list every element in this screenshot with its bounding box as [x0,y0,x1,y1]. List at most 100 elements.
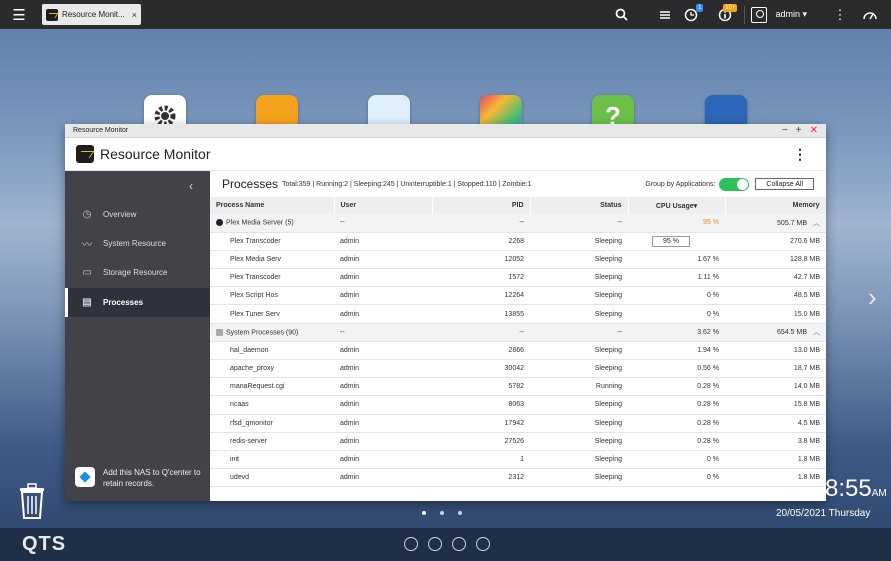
group-status: -- [530,214,628,233]
column-pid[interactable]: PID [432,197,531,214]
info-icon[interactable]: 10+ [712,0,738,29]
process-cpu: 0.56 % [628,359,725,379]
chart-icon: 〰 [82,240,92,251]
system-processes-icon [216,328,223,336]
table-row[interactable]: init admin 1 Sleeping 0 % 1.8 MB [210,450,826,470]
table-row[interactable]: hal_daemon admin 2866 Sleeping 1.94 % 13… [210,341,826,361]
process-table: Process Name User PID Status CPU Usage▾ … [210,197,826,488]
table-row[interactable]: Plex Media Serv admin 12052 Sleeping 1.6… [210,250,826,270]
next-page-icon[interactable]: › [868,282,877,313]
tab-close-icon[interactable]: × [132,10,137,20]
table-row[interactable]: Plex Script Hos admin 12264 Sleeping 0 %… [210,286,826,306]
maximize-icon[interactable]: + [796,125,802,136]
search-tools-icon[interactable] [428,537,442,551]
column-process-name[interactable]: Process Name [210,197,335,214]
process-name: Plex Transcoder [210,268,334,288]
clock-icon: ◷ [82,209,92,220]
process-pid: 12264 [432,286,530,306]
group-row-plex[interactable]: Plex Media Server (5) -- -- -- 95 % 505.… [210,214,826,233]
process-user: admin [334,395,432,415]
page-title: Processes [222,177,279,191]
minimize-icon[interactable]: − [782,125,788,136]
process-status: Running [530,377,628,397]
sidebar-item-overview[interactable]: ◷ Overview [65,200,210,229]
close-icon[interactable]: ✕ [810,125,818,136]
group-by-applications-toggle[interactable] [719,177,750,191]
process-status: Sleeping [530,359,628,379]
table-row[interactable]: Plex Tuner Serv admin 13855 Sleeping 0 %… [210,304,826,324]
user-menu[interactable]: admin ▾ [775,9,807,20]
group-name: System Processes (90) [226,328,299,336]
table-row[interactable]: Plex Transcoder admin 1572 Sleeping 1.11… [210,268,826,288]
process-status: Sleeping [530,286,628,306]
search-icon[interactable] [608,0,634,29]
process-name: init [210,450,334,470]
table-row[interactable]: manaRequest.cgi admin 5782 Running 0.28 … [210,377,826,397]
group-cpu: 95 % [628,214,725,233]
column-cpu-usage[interactable]: CPU Usage▾ [628,197,726,214]
table-row[interactable]: rfsd_qmonitor admin 17942 Sleeping 0.28 … [210,414,826,433]
table-row[interactable]: udevd admin 2312 Sleeping 0 % 1.8 MB [210,468,826,488]
process-pid: 2268 [432,232,530,251]
process-pid: 2312 [432,468,530,488]
sidebar-item-processes[interactable]: ▤ Processes [65,288,210,317]
collapse-group-icon[interactable]: ︿ [813,329,820,336]
sidebar-item-system-resource[interactable]: 〰 System Resource [65,229,210,258]
process-cpu: 0 % [628,286,725,306]
collapse-sidebar-icon[interactable]: ‹ [189,179,193,193]
dashboard-icon[interactable] [857,0,883,29]
process-status: Sleeping [530,432,628,451]
recycle-bin-icon[interactable] [17,482,47,520]
qnap-icon[interactable] [404,537,418,551]
list-icon: ▤ [82,297,92,308]
menu-icon[interactable]: ☰ [6,0,32,29]
app-menu-icon[interactable]: ⋮ [793,146,807,163]
app-title: Resource Monitor [100,146,211,162]
process-user: admin [334,359,432,379]
qcenter-icon [75,467,95,487]
page-dot[interactable] [422,511,426,515]
group-pid: -- [432,323,530,342]
process-status: Sleeping [530,414,628,433]
page-dot[interactable] [458,511,462,515]
clock-time: 8:55 [825,475,872,502]
qcenter-promo[interactable]: Add this NAS to Q'center to retain recor… [75,467,205,489]
user-icon[interactable] [751,6,768,23]
page-dot[interactable] [440,511,444,515]
taskbar-tab-resource-monitor[interactable]: Resource Monit... × [42,4,141,25]
apps-icon[interactable] [452,537,466,551]
group-row-system[interactable]: System Processes (90) -- -- -- 3.62 % 65… [210,323,826,342]
process-user: admin [334,286,432,306]
table-row[interactable]: ncaas admin 8063 Sleeping 0.28 % 15.8 MB [210,395,826,415]
group-memory: 654.5 MB [777,329,807,337]
table-row[interactable]: apache_proxy admin 30042 Sleeping 0.56 %… [210,359,826,379]
column-memory[interactable]: Memory [725,197,826,214]
collapse-all-button[interactable]: Collapse All [755,178,814,190]
collapse-group-icon[interactable]: ︿ [813,220,820,227]
notification-badge: 1 [696,4,704,12]
table-row[interactable]: Plex Transcoder admin 2268 Sleeping 95 %… [210,232,826,251]
qts-logo: QTS [22,533,67,555]
process-status: Sleeping [530,450,628,470]
storage-icon: ▭ [82,267,92,278]
process-memory: 1.8 MB [725,450,826,470]
more-options-icon[interactable]: ⋮ [827,0,853,29]
process-status: Sleeping [530,468,628,488]
process-memory: 15.8 MB [725,395,826,415]
feedback-icon[interactable] [476,537,490,551]
sidebar-item-label: Processes [103,298,144,307]
group-status: -- [530,323,628,342]
desktop-clock: 8:55AM [825,475,887,503]
process-summary: Total:359 | Running:2 | Sleeping:245 | U… [282,180,532,188]
group-cpu: 3.62 % [628,323,725,342]
column-status[interactable]: Status [530,197,629,214]
process-user: admin [334,377,432,397]
process-user: admin [334,232,432,251]
process-user: admin [334,250,432,270]
column-user[interactable]: User [334,197,433,214]
table-row[interactable]: redis-server admin 27526 Sleeping 0.28 %… [210,432,826,451]
stack-icon[interactable] [652,0,678,29]
background-tasks-icon[interactable]: 1 [678,0,704,29]
window-titlebar[interactable]: Resource Monitor − + ✕ [65,124,826,138]
sidebar-item-storage-resource[interactable]: ▭ Storage Resource [65,258,210,287]
